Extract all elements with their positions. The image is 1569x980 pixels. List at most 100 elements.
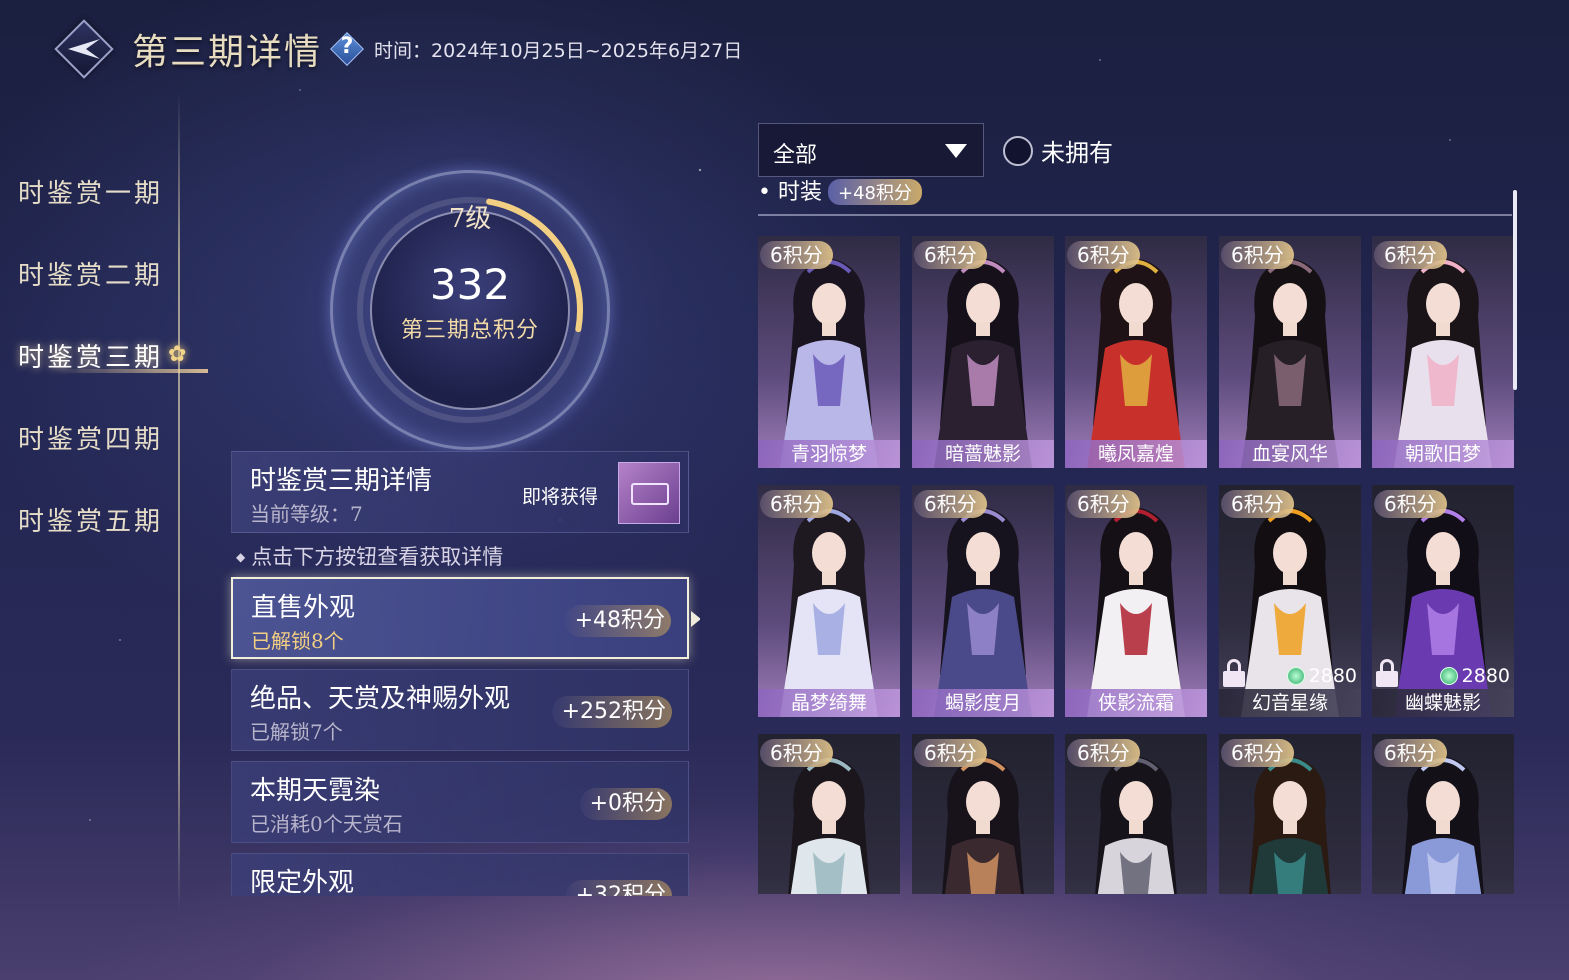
- outfit-card[interactable]: 6积分 青羽惊梦: [758, 236, 900, 468]
- nav-item-period-1[interactable]: 时鉴赏一期: [18, 150, 198, 232]
- lock-icon: [1376, 659, 1398, 687]
- level-label: 7级: [448, 204, 492, 234]
- section-points: +48积分: [828, 179, 922, 205]
- back-arrow-icon: [68, 39, 100, 59]
- unowned-radio[interactable]: [1003, 135, 1033, 166]
- outfit-points-badge: 6积分: [1374, 739, 1447, 767]
- period-detail-card[interactable]: 时鉴赏三期详情 当前等级：7 即将获得: [231, 451, 689, 533]
- help-icon-glyph: ?: [340, 34, 354, 59]
- unowned-label: 未拥有: [1041, 139, 1113, 167]
- nav-item-period-5[interactable]: 时鉴赏五期: [18, 478, 198, 560]
- outfit-card[interactable]: 6积分: [1219, 734, 1361, 894]
- reward-frame-icon: [631, 483, 669, 505]
- outfit-price-value: 2880: [1461, 665, 1510, 687]
- outfit-card[interactable]: 6积分蝎影度月: [912, 485, 1054, 717]
- outfit-name: 血宴风华: [1219, 440, 1361, 468]
- category-limited[interactable]: 限定外观 +32积分: [231, 853, 689, 896]
- outfit-character-portrait: [1394, 258, 1492, 468]
- total-score: 332: [429, 260, 511, 309]
- category-sub: 已消耗0个天赏石: [250, 812, 403, 836]
- nav-item-label: 时鉴赏五期: [18, 506, 164, 537]
- outfit-points-badge: 6积分: [1067, 739, 1140, 767]
- period-nav: 时鉴赏一期 时鉴赏二期 时鉴赏三期 ✿ 时鉴赏四期 时鉴赏五期: [18, 150, 208, 560]
- outfit-character-portrait: [934, 258, 1032, 468]
- dropdown-triangle-icon: [945, 144, 967, 158]
- upcoming-reward-label: 即将获得: [522, 486, 599, 508]
- outfit-price: 2880: [1439, 665, 1510, 687]
- category-name: 绝品、天赏及神赐外观: [250, 684, 511, 714]
- nav-item-period-2[interactable]: 时鉴赏二期: [18, 232, 198, 314]
- section-title: 时装: [777, 180, 822, 205]
- category-points: +252积分: [551, 696, 672, 728]
- outfit-character-portrait: [934, 507, 1032, 717]
- filter-value: 全部: [773, 143, 818, 168]
- category-dye[interactable]: 本期天霓染 已消耗0个天赏石 +0积分: [231, 761, 689, 843]
- nav-item-label: 时鉴赏二期: [18, 260, 164, 291]
- outfit-price-value: 2880: [1308, 665, 1357, 687]
- category-name: 限定外观: [250, 868, 355, 896]
- filter-dropdown[interactable]: 全部: [758, 123, 984, 177]
- back-button[interactable]: [54, 19, 114, 79]
- outfit-card[interactable]: 6积分 侠影流霜: [1065, 485, 1207, 717]
- outfit-card[interactable]: 6积分: [912, 734, 1054, 894]
- outfit-price: 2880: [1286, 665, 1357, 687]
- outfit-points-badge: 6积分: [760, 739, 833, 767]
- outfit-points-badge: 6积分: [1067, 241, 1140, 269]
- outfit-name: 幻音星缘: [1219, 689, 1361, 717]
- unowned-toggle[interactable]: 未拥有: [1003, 133, 1113, 168]
- outfit-card[interactable]: 6积分: [1372, 734, 1514, 894]
- outfit-card[interactable]: 6积分曦凤嘉煌: [1065, 236, 1207, 468]
- outfit-card[interactable]: 6积分 暗蔷魅影: [912, 236, 1054, 468]
- category-name: 直售外观: [251, 593, 356, 623]
- outfit-name: 蝎影度月: [912, 689, 1054, 717]
- score-dial: 7级 332 第三期总积分: [270, 110, 670, 510]
- nav-item-period-4[interactable]: 时鉴赏四期: [18, 396, 198, 478]
- upcoming-reward-icon[interactable]: [618, 462, 680, 524]
- lock-icon: [1223, 659, 1245, 687]
- outfit-name: 朝歌旧梦: [1372, 440, 1514, 468]
- outfit-points-badge: 6积分: [760, 490, 833, 518]
- outfit-card[interactable]: 6积分: [1065, 734, 1207, 894]
- outfit-points-badge: 6积分: [1221, 490, 1294, 518]
- outfit-card[interactable]: 6积分朝歌旧梦: [1372, 236, 1514, 468]
- section-divider: [758, 214, 1512, 216]
- jade-coin-icon: [1439, 667, 1458, 685]
- help-icon[interactable]: ?: [330, 32, 364, 66]
- outfit-card[interactable]: 6积分 晶梦绮舞: [758, 485, 900, 717]
- outfit-points-badge: 6积分: [1067, 490, 1140, 518]
- period-time: 时间：2024年10月25日~2025年6月27日: [374, 39, 743, 62]
- outfit-points-badge: 6积分: [914, 490, 987, 518]
- outfit-points-badge: 6积分: [760, 241, 833, 269]
- category-points: +0积分: [579, 788, 672, 820]
- current-level: 当前等级：7: [250, 502, 363, 526]
- outfit-name: 幽蝶魅影: [1372, 689, 1514, 717]
- outfit-card[interactable]: 6积分 2880 幽蝶魅影: [1372, 485, 1514, 717]
- header: 第三期详情 ? 时间：2024年10月25日~2025年6月27日: [54, 18, 742, 80]
- section-header: • 时装 +48积分: [758, 178, 922, 206]
- outfit-points-badge: 6积分: [1221, 739, 1294, 767]
- nav-item-label: 时鉴赏一期: [18, 178, 164, 209]
- outfit-character-portrait: [1241, 258, 1339, 468]
- grid-scrollbar[interactable]: [1513, 190, 1517, 390]
- category-sub: 已解锁7个: [250, 720, 343, 744]
- nav-item-period-3[interactable]: 时鉴赏三期 ✿: [18, 314, 208, 396]
- outfit-points-badge: 6积分: [1221, 241, 1294, 269]
- nav-item-label: 时鉴赏三期: [18, 342, 164, 373]
- category-premium[interactable]: 绝品、天赏及神赐外观 已解锁7个 +252积分: [231, 669, 689, 751]
- outfit-card[interactable]: 6积分 2880 幻音星缘: [1219, 485, 1361, 717]
- outfit-grid: • 时装 +48积分 6积分 青羽惊梦 6积分 暗蔷魅影 6积分 曦凤嘉煌 6积分 血宴风华 6积…: [758, 178, 1518, 894]
- outfit-card[interactable]: 6积分血宴风华: [1219, 236, 1361, 468]
- outfit-points-badge: 6积分: [1374, 490, 1447, 518]
- outfit-card[interactable]: 6积分: [758, 734, 900, 894]
- outfit-points-badge: 6积分: [1374, 241, 1447, 269]
- category-name: 本期天霓染: [250, 776, 381, 806]
- category-sub: 已解锁8个: [251, 629, 344, 653]
- category-direct-sale[interactable]: 直售外观 已解锁8个 +48积分: [231, 577, 700, 659]
- page-title: 第三期详情: [132, 32, 323, 73]
- outfit-name: 曦凤嘉煌: [1065, 440, 1207, 468]
- detail-title: 时鉴赏三期详情: [250, 466, 433, 496]
- category-points: +32积分: [565, 880, 672, 896]
- outfit-character-portrait: [780, 507, 878, 717]
- total-score-label: 第三期总积分: [400, 318, 539, 343]
- outfit-character-portrait: [780, 258, 878, 468]
